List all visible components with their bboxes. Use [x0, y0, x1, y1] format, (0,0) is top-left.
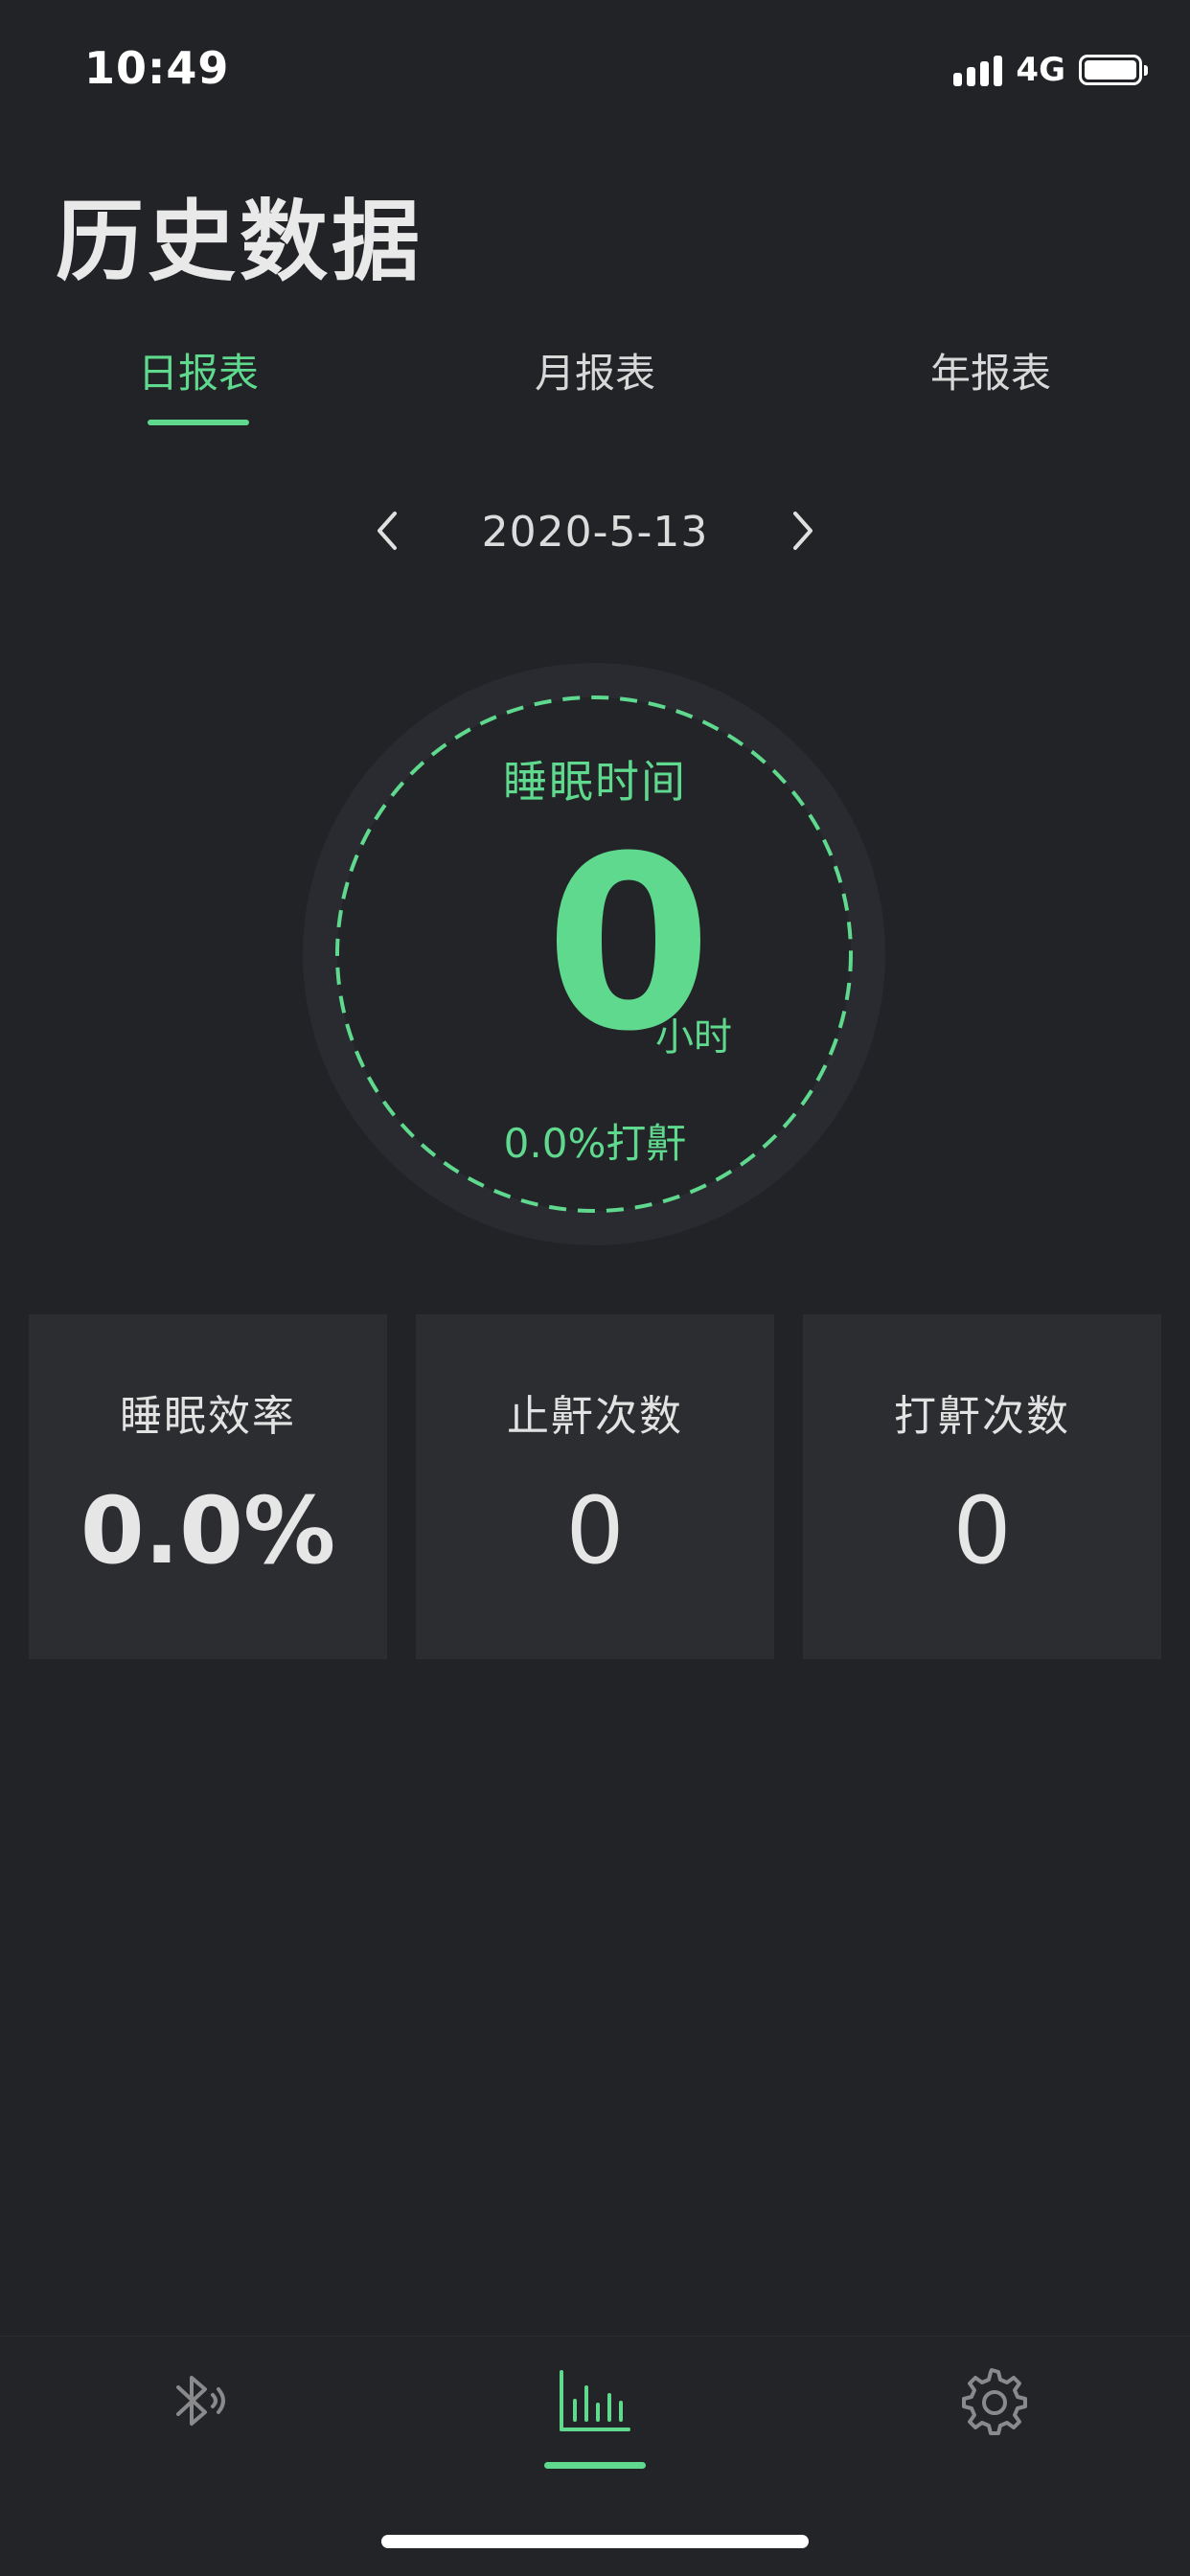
active-tab-indicator [148, 420, 249, 425]
stat-label: 睡眠效率 [120, 1392, 296, 1441]
signal-icon [953, 54, 1003, 86]
status-time: 10:49 [84, 42, 230, 94]
tab-monthly-report[interactable]: 月报表 [480, 341, 710, 399]
stat-value: 0 [565, 1477, 625, 1584]
active-nav-indicator [544, 2462, 646, 2469]
stat-value: 0 [952, 1477, 1012, 1584]
tab-yearly-report[interactable]: 年报表 [876, 341, 1106, 399]
sleep-time-label: 睡眠时间 [503, 756, 687, 808]
status-indicators: 4G [953, 48, 1148, 92]
sleep-hours-value: 0 [545, 805, 712, 1083]
home-indicator [381, 2535, 809, 2548]
stat-card-snore-stops: 止鼾次数 0 [416, 1314, 774, 1659]
current-date: 2020-5-13 [481, 508, 709, 557]
sleep-hours-unit: 小时 [655, 1015, 732, 1060]
page-title: 历史数据 [56, 191, 424, 293]
next-date-button[interactable] [778, 508, 824, 554]
stat-value: 0.0% [80, 1477, 336, 1584]
nav-history[interactable] [552, 2359, 638, 2445]
nav-bluetooth[interactable] [153, 2359, 240, 2445]
bar-chart-icon [560, 2370, 630, 2431]
battery-icon [1079, 55, 1148, 85]
snore-percentage: 0.0%打鼾 [503, 1120, 687, 1167]
stat-label: 止鼾次数 [507, 1392, 683, 1441]
nav-settings[interactable] [949, 2359, 1035, 2445]
prev-date-button[interactable] [366, 508, 412, 554]
stat-card-snore-count: 打鼾次数 0 [803, 1314, 1161, 1659]
tab-daily-report[interactable]: 日报表 [83, 341, 313, 399]
chevron-right-icon [793, 512, 812, 550]
network-label: 4G [1016, 51, 1065, 89]
gear-icon [962, 2368, 1027, 2435]
chevron-left-icon [378, 512, 397, 550]
bluetooth-icon [176, 2376, 225, 2426]
stat-label: 打鼾次数 [894, 1392, 1070, 1441]
stat-card-sleep-efficiency: 睡眠效率 0.0% [29, 1314, 387, 1659]
